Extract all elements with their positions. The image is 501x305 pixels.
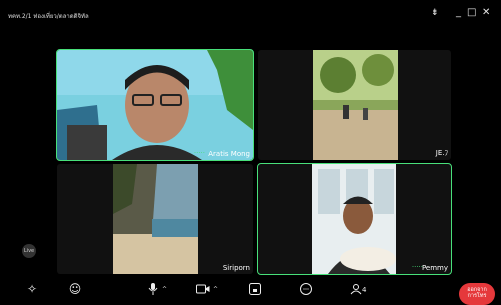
- camera-icon[interactable]: [193, 279, 213, 299]
- participant-name: JE.ﾌ: [435, 149, 448, 157]
- chat-icon[interactable]: [296, 279, 316, 299]
- close-button[interactable]: ✕: [482, 8, 490, 18]
- participant-tile[interactable]: ····· Aratis Mong: [56, 49, 254, 161]
- minimize-button[interactable]: _: [456, 8, 461, 18]
- participant-tile[interactable]: Siriporn: [57, 164, 253, 274]
- leave-label-line2: การโทร: [467, 293, 487, 299]
- share-screen-icon[interactable]: [245, 279, 265, 299]
- emoji-icon[interactable]: ☺: [65, 279, 85, 299]
- maximize-button[interactable]: □: [467, 8, 476, 18]
- speaking-indicator-icon: ·····: [193, 149, 205, 157]
- title-bar: ทคท.2/1 ท่องเที่ยว/ตลาดดิจิทัล ⇟ _ □ ✕: [0, 0, 501, 30]
- participant-name: Pemmy: [421, 264, 448, 272]
- microphone-icon[interactable]: [143, 279, 163, 299]
- participant-video: [57, 164, 253, 274]
- participant-name: Aratis Mong: [208, 150, 250, 158]
- participant-tile[interactable]: ····· Pemmy: [257, 163, 452, 275]
- status-chip: Live: [22, 244, 36, 258]
- participant-count: 4: [362, 286, 367, 294]
- video-stage: ····· Aratis Mong JE.ﾌ Siriporn ····· Pe…: [0, 30, 501, 278]
- effects-sparkle-icon[interactable]: ✧: [22, 279, 42, 299]
- microphone-options-icon[interactable]: ^: [162, 286, 167, 293]
- window-title: ทคท.2/1 ท่องเที่ยว/ตลาดดิจิทัล: [8, 13, 89, 20]
- bottom-toolbar: ✧ ☺ ^ ^ 4 ออกจาก การโทร: [0, 276, 501, 305]
- pin-icon[interactable]: ⇟: [431, 8, 439, 18]
- camera-options-icon[interactable]: ^: [213, 286, 218, 293]
- participant-tile[interactable]: JE.ﾌ: [258, 50, 451, 160]
- participant-video: [57, 50, 253, 160]
- participant-name: Siriporn: [222, 264, 250, 272]
- participant-video: [258, 164, 451, 274]
- participant-video: [258, 50, 451, 160]
